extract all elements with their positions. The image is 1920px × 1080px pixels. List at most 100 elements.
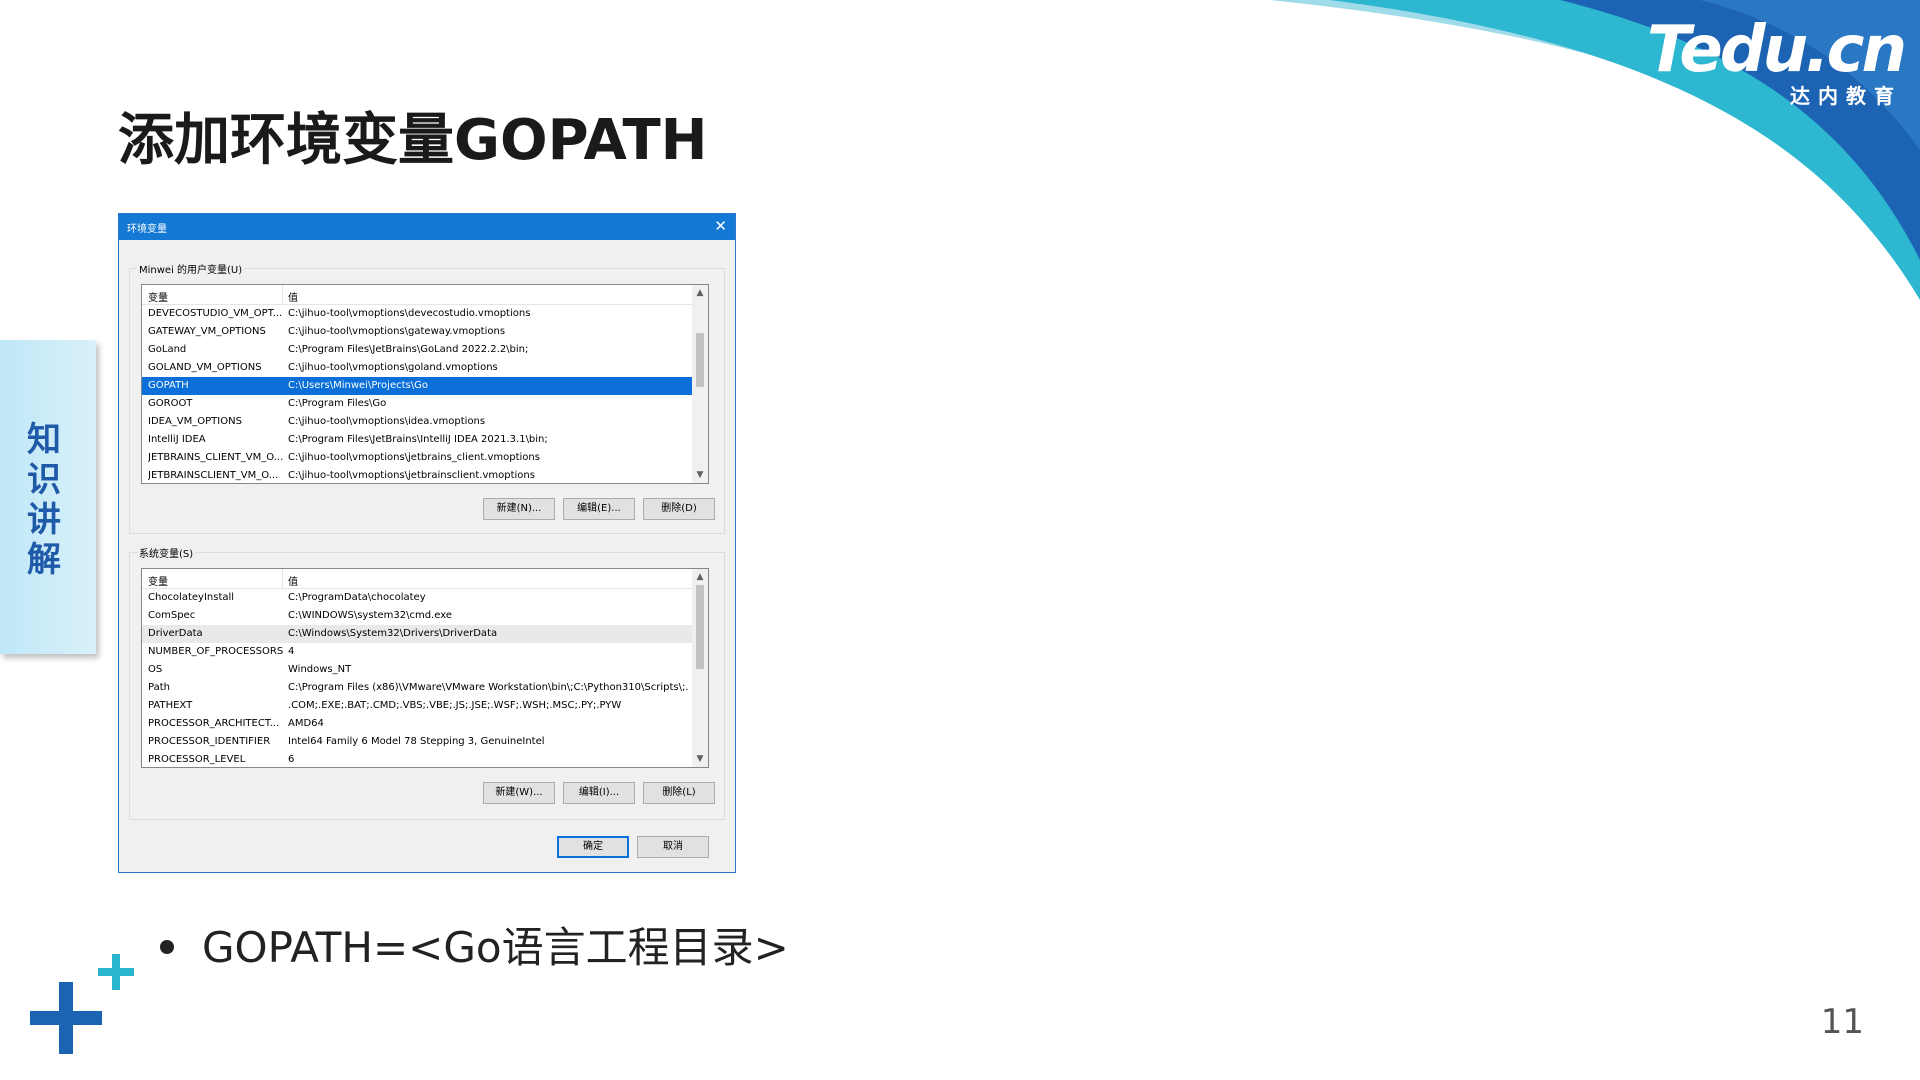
variable-name: JETBRAINS_CLIENT_VM_O... [148, 452, 284, 463]
variable-value: AMD64 [288, 718, 324, 729]
table-row[interactable]: IDEA_VM_OPTIONS C:\jihuo-tool\vmoptions\i… [142, 413, 692, 431]
section-tab-label: 知识讲解 [27, 420, 61, 580]
variable-value: C:\jihuo-tool\vmoptions\jetbrains_client… [288, 452, 540, 463]
user-new-button[interactable]: 新建(N)... [483, 498, 555, 520]
scroll-up-icon[interactable]: ▲ [692, 569, 708, 585]
ok-button[interactable]: 确定 [557, 836, 629, 858]
variable-name: ChocolateyInstall [148, 592, 235, 603]
table-row[interactable]: GoLand C:\Program Files\JetBrains\GoLand … [142, 341, 692, 359]
logo-subtext: 达内教育 [1790, 84, 1902, 108]
variable-name: JETBRAINSCLIENT_VM_O... [148, 470, 279, 481]
col-variable-header[interactable]: 变量 [148, 289, 168, 304]
logo-text: Tedu.cn [1647, 13, 1907, 87]
table-row[interactable]: NUMBER_OF_PROCESSORS 4 [142, 643, 692, 661]
variable-value: C:\Program Files\JetBrains\IntelliJ IDEA… [288, 434, 548, 445]
variable-name: GOLAND_VM_OPTIONS [148, 362, 262, 373]
variable-name: NUMBER_OF_PROCESSORS [148, 646, 284, 657]
table-row[interactable]: JETBRAINSCLIENT_VM_O... C:\jihuo-tool\vmo… [142, 467, 692, 483]
system-delete-button[interactable]: 删除(L) [643, 782, 715, 804]
cancel-button[interactable]: 取消 [637, 836, 709, 858]
table-row[interactable]: PROCESSOR_ARCHITECT... AMD64 [142, 715, 692, 733]
col-value-header[interactable]: 值 [288, 289, 298, 304]
variable-name: Path [148, 682, 170, 693]
variable-value: C:\jihuo-tool\vmoptions\devecostudio.vmo… [288, 308, 531, 319]
table-row[interactable]: JETBRAINS_CLIENT_VM_O... C:\jihuo-tool\vm… [142, 449, 692, 467]
variable-name: PROCESSOR_LEVEL [148, 754, 246, 765]
scroll-down-icon[interactable]: ▼ [692, 467, 708, 483]
table-row[interactable]: Path C:\Program Files (x86)\VMware\VMware… [142, 679, 692, 697]
user-list-scrollbar[interactable]: ▲ ▼ [692, 285, 708, 483]
variable-name: GATEWAY_VM_OPTIONS [148, 326, 266, 337]
environment-variables-dialog: 环境变量 ✕ Minwei 的用户变量(U) 变量 值 DEVECOSTUDIO… [118, 213, 736, 873]
col-variable-header[interactable]: 变量 [148, 573, 168, 588]
table-row[interactable]: IntelliJ IDEA C:\Program Files\JetBrains\… [142, 431, 692, 449]
variable-name: GOROOT [148, 398, 193, 409]
variable-value: .COM;.EXE;.BAT;.CMD;.VBS;.VBE;.JS;.JSE;.… [288, 700, 622, 711]
variable-value: C:\WINDOWS\system32\cmd.exe [288, 610, 452, 621]
variable-value: 4 [288, 646, 295, 657]
table-row[interactable]: GOPATH C:\Users\Minwei\Projects\Go [142, 377, 692, 395]
table-row[interactable]: GOLAND_VM_OPTIONS C:\jihuo-tool\vmoptions… [142, 359, 692, 377]
column-separator[interactable] [282, 569, 283, 588]
variable-value: C:\Windows\System32\Drivers\DriverData [288, 628, 498, 639]
variable-value: C:\ProgramData\chocolatey [288, 592, 426, 603]
table-row[interactable]: ChocolateyInstall C:\ProgramData\chocolat… [142, 589, 692, 607]
section-tab: 知识讲解 [0, 340, 96, 654]
close-icon[interactable]: ✕ [714, 217, 727, 235]
table-row[interactable]: GOROOT C:\Program Files\Go [142, 395, 692, 413]
system-vars-list[interactable]: 变量 值 ChocolateyInstall C:\ProgramData\cho… [141, 568, 709, 768]
variable-name: ComSpec [148, 610, 196, 621]
variable-value: C:\Program Files\JetBrains\GoLand 2022.2… [288, 344, 529, 355]
dialog-titlebar[interactable]: 环境变量 ✕ [119, 214, 735, 240]
variable-value: 6 [288, 754, 295, 765]
variable-name: GOPATH [148, 380, 189, 391]
user-delete-button[interactable]: 删除(D) [643, 498, 715, 520]
variable-value: C:\jihuo-tool\vmoptions\gateway.vmoption… [288, 326, 506, 337]
list-header: 变量 值 [142, 569, 692, 589]
scroll-thumb[interactable] [696, 585, 704, 669]
table-row[interactable]: PROCESSOR_LEVEL 6 [142, 751, 692, 767]
scroll-down-icon[interactable]: ▼ [692, 751, 708, 767]
system-edit-button[interactable]: 编辑(I)... [563, 782, 635, 804]
variable-value: Intel64 Family 6 Model 78 Stepping 3, Ge… [288, 736, 545, 747]
bullet-dot-icon [160, 939, 174, 954]
table-row[interactable]: OS Windows_NT [142, 661, 692, 679]
variable-value: C:\jihuo-tool\vmoptions\jetbrainsclient.… [288, 470, 535, 481]
dialog-title: 环境变量 [127, 224, 167, 235]
col-value-header[interactable]: 值 [288, 573, 298, 588]
system-new-button[interactable]: 新建(W)... [483, 782, 555, 804]
table-row[interactable]: PATHEXT .COM;.EXE;.BAT;.CMD;.VBS;.VBE;.JS… [142, 697, 692, 715]
table-row[interactable]: GATEWAY_VM_OPTIONS C:\jihuo-tool\vmoption… [142, 323, 692, 341]
variable-name: OS [148, 664, 163, 675]
list-header: 变量 值 [142, 285, 692, 305]
variable-value: Windows_NT [288, 664, 352, 675]
system-vars-label: 系统变量(S) [137, 545, 196, 560]
scroll-thumb[interactable] [696, 333, 704, 387]
variable-value: C:\jihuo-tool\vmoptions\goland.vmoptions [288, 362, 498, 373]
table-row[interactable]: PROCESSOR_IDENTIFIER Intel64 Family 6 Mod… [142, 733, 692, 751]
variable-name: PROCESSOR_IDENTIFIER [148, 736, 271, 747]
user-edit-button[interactable]: 编辑(E)... [563, 498, 635, 520]
variable-name: IDEA_VM_OPTIONS [148, 416, 242, 427]
user-vars-list[interactable]: 变量 值 DEVECOSTUDIO_VM_OPT... C:\jihuo-tool… [141, 284, 709, 484]
variable-name: PATHEXT [148, 700, 193, 711]
table-row[interactable]: DEVECOSTUDIO_VM_OPT... C:\jihuo-tool\vmop… [142, 305, 692, 323]
variable-name: DEVECOSTUDIO_VM_OPT... [148, 308, 283, 319]
bullet-item: GOPATH=<Go语言工程目录> [160, 920, 789, 976]
table-row[interactable]: DriverData C:\Windows\System32\Drivers\Dr… [142, 625, 692, 643]
page-title: 添加环境变量GOPATH [118, 108, 708, 173]
variable-value: C:\Program Files (x86)\VMware\VMware Wor… [288, 682, 688, 693]
variable-name: IntelliJ IDEA [148, 434, 206, 445]
bullet-text: GOPATH=<Go语言工程目录> [202, 923, 789, 972]
variable-value: C:\Program Files\Go [288, 398, 387, 409]
variable-name: DriverData [148, 628, 203, 639]
variable-name: PROCESSOR_ARCHITECT... [148, 718, 280, 729]
system-list-scrollbar[interactable]: ▲ ▼ [692, 569, 708, 767]
plus-big-icon [30, 982, 102, 1054]
page-number: 11 [1820, 1002, 1864, 1042]
table-row[interactable]: ComSpec C:\WINDOWS\system32\cmd.exe [142, 607, 692, 625]
tedu-logo: Tedu.cn 达内教育 [1640, 14, 1912, 110]
scroll-up-icon[interactable]: ▲ [692, 285, 708, 301]
variable-name: GoLand [148, 344, 187, 355]
column-separator[interactable] [282, 285, 283, 304]
